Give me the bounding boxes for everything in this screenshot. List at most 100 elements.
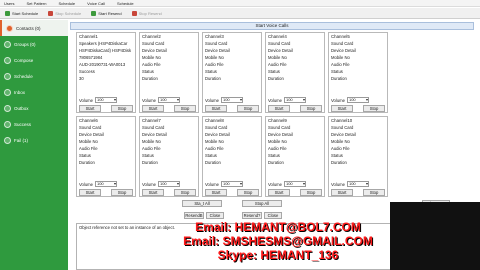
- stop-button[interactable]: Stop: [237, 189, 259, 196]
- channel-field: Sound Card: [79, 125, 102, 130]
- channel-field: Mobile No: [268, 55, 287, 60]
- menu-item[interactable]: Set Pattern: [26, 1, 46, 6]
- channel-field: Status: [268, 69, 280, 74]
- toolbar-button[interactable]: Start Resend: [88, 10, 124, 17]
- channel-field: AUD-20190731-WA0013: [79, 62, 126, 67]
- chevron-down-icon: ▾: [113, 181, 116, 186]
- toolbar-button[interactable]: Start Schedule: [2, 10, 41, 17]
- channel-panel: Channel2 Sound Card Device Detail Mobile No…: [139, 32, 199, 113]
- volume-select[interactable]: 100 ▾: [220, 181, 243, 187]
- start-button[interactable]: Start: [268, 105, 290, 112]
- start-button[interactable]: Start: [205, 105, 227, 112]
- resend-tab-2[interactable]: Resend?: [242, 212, 262, 219]
- start-button[interactable]: Start: [79, 189, 101, 196]
- sidebar-item-label: Success: [14, 121, 32, 127]
- start-button[interactable]: Start: [268, 189, 290, 196]
- volume-select[interactable]: 100 ▾: [283, 181, 306, 187]
- stop-icon: [48, 10, 54, 16]
- channel-field: Sound Card: [142, 41, 165, 46]
- volume-select[interactable]: 100 ▾: [283, 97, 306, 103]
- volume-row: Volume 100 ▾: [205, 97, 243, 103]
- channel-field: Device Detail: [205, 48, 230, 53]
- channel-field: Audio File: [331, 146, 350, 151]
- channel-field: Device Detail: [331, 48, 356, 53]
- stop-button[interactable]: Stop: [111, 189, 133, 196]
- volume-select[interactable]: 100 ▾: [220, 97, 243, 103]
- channel-field: 7806571984: [79, 55, 103, 60]
- close-tab-2[interactable]: Close: [264, 212, 282, 219]
- channel-panel: Channel5 Sound Card Device Detail Mobile No…: [328, 32, 388, 113]
- channel-field: Duration: [205, 160, 221, 165]
- sidebar-item[interactable]: Groups (0): [0, 36, 68, 52]
- sidebar-item[interactable]: Schedule: [0, 68, 68, 84]
- menu-item[interactable]: Users: [4, 1, 14, 6]
- sidebar-item-label: Compose: [14, 57, 34, 63]
- volume-select[interactable]: 100 ▾: [94, 97, 117, 103]
- sidebar-item[interactable]: Compose: [0, 52, 68, 68]
- channel-field: Sound Card: [331, 41, 354, 46]
- stop-button[interactable]: Stop: [237, 105, 259, 112]
- stop-all-button[interactable]: Stop All: [242, 200, 282, 207]
- channel-field: Device Detail: [205, 132, 230, 137]
- stop-button[interactable]: Stop: [300, 189, 322, 196]
- chevron-down-icon: ▾: [302, 97, 305, 102]
- volume-label: Volume: [331, 97, 345, 103]
- sidebar-item[interactable]: Outbox: [0, 100, 68, 116]
- start-button[interactable]: Start: [331, 189, 353, 196]
- stop-button[interactable]: Stop: [300, 105, 322, 112]
- start-button[interactable]: Start: [331, 105, 353, 112]
- menu-item[interactable]: Voice Call: [87, 1, 105, 6]
- start-button[interactable]: Start: [79, 105, 101, 112]
- volume-value: 100: [96, 181, 104, 186]
- sidebar-item[interactable]: Contacts (0): [0, 20, 68, 36]
- stop-button[interactable]: Stop: [363, 189, 385, 196]
- menu-item[interactable]: Schedule: [58, 1, 75, 6]
- volume-value: 100: [159, 97, 167, 102]
- channel-field: Mobile No: [79, 139, 98, 144]
- toolbar-label: Start Schedule: [12, 10, 39, 16]
- sidebar: Contacts (0) Groups (0) Compose Schedule Inb…: [0, 20, 68, 270]
- stop-button[interactable]: Stop: [111, 105, 133, 112]
- volume-select[interactable]: 100 ▾: [157, 97, 180, 103]
- resend-tab[interactable]: ResendB: [184, 212, 204, 219]
- stop-button[interactable]: Stop: [363, 105, 385, 112]
- volume-row: Volume 100 ▾: [331, 97, 369, 103]
- close-tab[interactable]: Close: [206, 212, 224, 219]
- volume-value: 100: [96, 97, 104, 102]
- menu-item[interactable]: Schedule: [117, 1, 134, 6]
- volume-label: Volume: [205, 181, 219, 187]
- volume-select[interactable]: 100 ▾: [157, 181, 180, 187]
- toolbar-button[interactable]: Stop Schedule: [45, 10, 84, 17]
- volume-row: Volume 100 ▾: [268, 97, 306, 103]
- volume-select[interactable]: 100 ▾: [94, 181, 117, 187]
- volume-label: Volume: [79, 181, 93, 187]
- channel-field: Mobile No: [205, 55, 224, 60]
- fail-icon: [4, 136, 11, 144]
- volume-row: Volume 100 ▾: [142, 97, 180, 103]
- channel-field: Speakers (HSP4DiskaCar: [79, 41, 128, 46]
- start-button[interactable]: Start: [205, 189, 227, 196]
- sidebar-item[interactable]: Fail (1): [0, 132, 68, 148]
- volume-select[interactable]: 100 ▾: [346, 181, 369, 187]
- volume-select[interactable]: 100 ▾: [346, 97, 369, 103]
- start-button[interactable]: Start: [142, 189, 164, 196]
- chevron-down-icon: ▾: [239, 181, 242, 186]
- toolbar-label: Start Resend: [98, 10, 122, 16]
- groups-icon: [4, 40, 11, 48]
- channel-field: Duration: [79, 160, 95, 165]
- channel-field: Mobile No: [268, 139, 287, 144]
- sidebar-item[interactable]: Inbox: [0, 84, 68, 100]
- channel-field: Mobile No: [142, 139, 161, 144]
- start-all-button[interactable]: Sta_t All: [182, 200, 222, 207]
- channel-field: Success: [79, 69, 95, 74]
- start-button[interactable]: Start: [142, 105, 164, 112]
- volume-row: Volume 100 ▾: [331, 181, 369, 187]
- stop-button[interactable]: Stop: [174, 105, 196, 112]
- toolbar-button[interactable]: Stop Resend: [129, 10, 165, 17]
- channel-field: Duration: [268, 76, 284, 81]
- channel-field: Duration: [268, 160, 284, 165]
- sidebar-item[interactable]: Success: [0, 116, 68, 132]
- volume-row: Volume 100 ▾: [79, 97, 117, 103]
- channel-panel: Channel1 Speakers (HSP4DiskaCar HSP4DiskaC…: [76, 32, 136, 113]
- stop-button[interactable]: Stop: [174, 189, 196, 196]
